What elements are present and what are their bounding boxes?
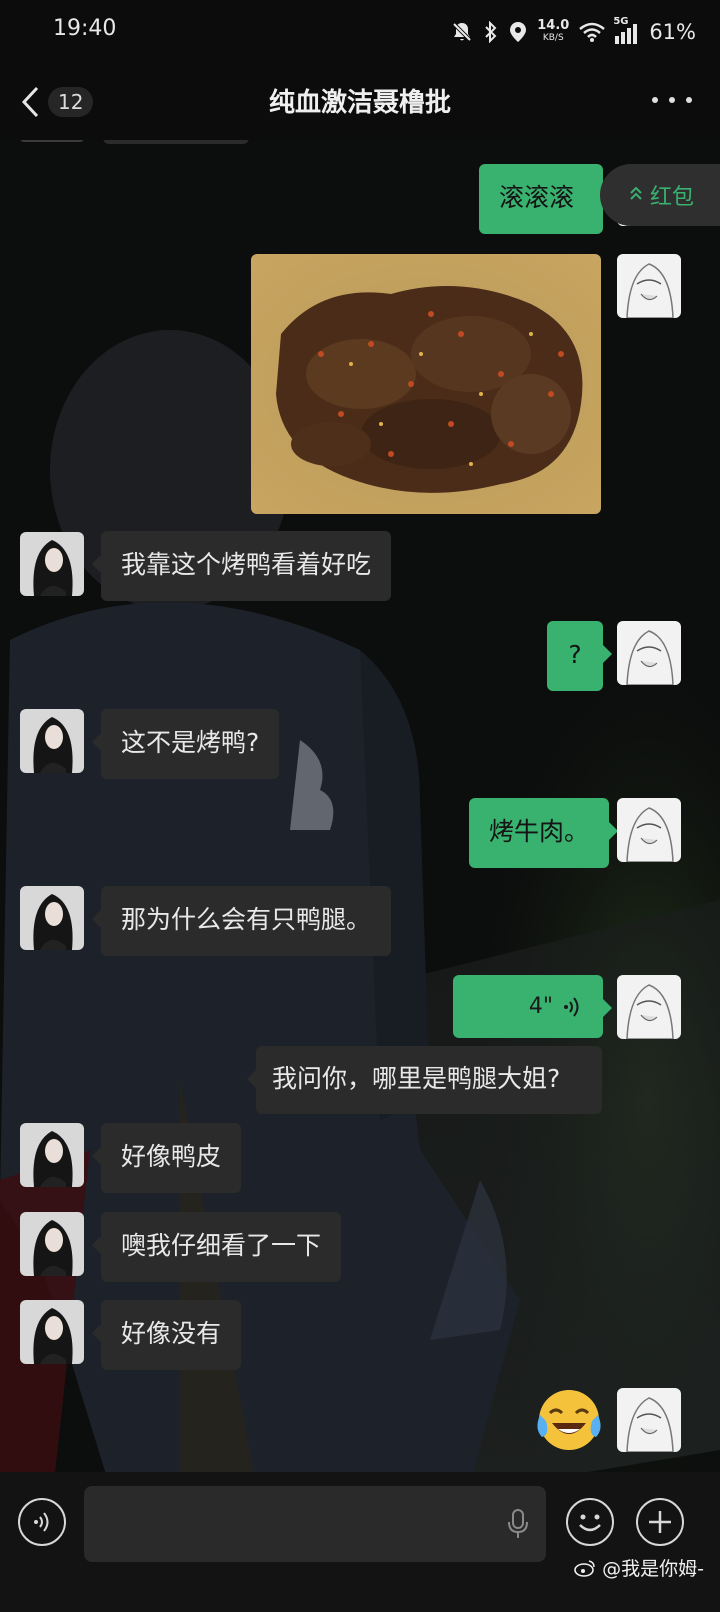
chat-title: 纯血激洁聂橹批 (268, 88, 451, 118)
message-text: ? (568, 640, 582, 669)
double-chevron-up-icon (630, 186, 642, 205)
message-bubble-incoming[interactable]: 噢我仔细看了一下 (91, 1212, 342, 1282)
red-packet-label: 红包 (650, 185, 695, 210)
message-bubble-incoming[interactable]: 那为什么会有只鸭腿。 (91, 886, 392, 956)
microphone-icon[interactable] (506, 1508, 530, 1540)
transcription-text: 我问你，哪里是鸭腿大姐? (272, 1064, 561, 1093)
avatar-contact[interactable] (20, 1300, 84, 1364)
more-button[interactable] (652, 88, 692, 112)
message-input[interactable] (84, 1486, 546, 1562)
battery-level: 61% (649, 20, 696, 44)
tears-of-joy-emoji-icon (537, 1390, 601, 1450)
net-speed: 14.0 KB/S (537, 18, 570, 43)
voice-message-bubble[interactable]: 4" (453, 975, 612, 1038)
message-list[interactable]: 滚滚滚 我靠这个烤鸭看着好吃 ? 这不是烤鸭? 烤牛肉。 那为什么会有只鸭腿。 … (0, 134, 720, 1512)
avatar-contact[interactable] (20, 1212, 84, 1276)
message-bubble-incoming[interactable]: 好像鸭皮 (91, 1123, 242, 1193)
avatar-self[interactable] (617, 254, 681, 318)
avatar-self[interactable] (617, 1388, 681, 1452)
weibo-icon (574, 1559, 595, 1577)
message-text: 好像没有 (121, 1319, 222, 1348)
mute-icon (452, 22, 472, 42)
red-packet-shortcut[interactable]: 红包 (600, 164, 720, 226)
voice-mode-button[interactable] (18, 1498, 66, 1546)
message-text: 那为什么会有只鸭腿。 (121, 905, 372, 934)
watermark: @我是你姆- (574, 1554, 704, 1581)
bluetooth-icon (485, 21, 497, 43)
message-text: 烤牛肉。 (489, 817, 590, 846)
voice-duration: 4" (528, 993, 553, 1019)
avatar-contact[interactable] (20, 1123, 84, 1187)
voice-wave-icon (564, 996, 579, 1017)
network-type: 5G (613, 16, 629, 27)
more-functions-button[interactable] (636, 1498, 684, 1546)
message-bubble-outgoing[interactable]: 烤牛肉。 (469, 798, 619, 868)
message-bubble-outgoing[interactable]: ? (547, 621, 612, 691)
input-bar: @我是你姆- (0, 1472, 720, 1612)
avatar-self[interactable] (617, 975, 681, 1039)
signal-icon: 5G (613, 16, 638, 44)
more-icon-dot (686, 97, 692, 103)
plus-icon (649, 1511, 671, 1533)
avatar-contact[interactable] (20, 532, 84, 596)
chat-header: 12 纯血激洁聂橹批 (0, 64, 720, 140)
message-text: 滚滚滚 (499, 183, 575, 212)
emoji-button[interactable] (566, 1498, 614, 1546)
status-bar: 19:40 14.0 KB/S 5G 61% (0, 0, 720, 64)
message-bubble-incoming[interactable]: 好像没有 (91, 1300, 242, 1370)
avatar-self[interactable] (617, 798, 681, 862)
emoji-message[interactable] (534, 1385, 604, 1455)
avatar-contact[interactable] (20, 709, 84, 773)
message-text: 这不是烤鸭? (121, 728, 260, 757)
message-text: 好像鸭皮 (121, 1142, 222, 1171)
wifi-icon (579, 22, 606, 42)
location-icon (510, 22, 527, 42)
food-photo (251, 254, 601, 514)
voice-mode-icon (34, 1512, 49, 1532)
message-image[interactable] (251, 254, 601, 514)
message-bubble-incoming[interactable]: 我靠这个烤鸭看着好吃 (91, 531, 392, 601)
message-text: 噢我仔细看了一下 (121, 1231, 322, 1260)
emoji-icon (579, 1514, 601, 1532)
status-time: 19:40 (53, 16, 117, 41)
more-icon-dot (669, 97, 675, 103)
watermark-text: @我是你姆- (602, 1558, 704, 1580)
avatar-contact[interactable] (20, 886, 84, 950)
avatar-self[interactable] (617, 621, 681, 685)
message-text: 我靠这个烤鸭看着好吃 (121, 550, 372, 579)
voice-transcription: 我问你，哪里是鸭腿大姐? (247, 1046, 602, 1114)
status-icons: 14.0 KB/S 5G 61% (451, 12, 696, 52)
more-icon-dot (652, 97, 658, 103)
message-bubble-outgoing[interactable]: 滚滚滚 (479, 164, 603, 234)
message-bubble-incoming[interactable]: 这不是烤鸭? (91, 709, 280, 779)
